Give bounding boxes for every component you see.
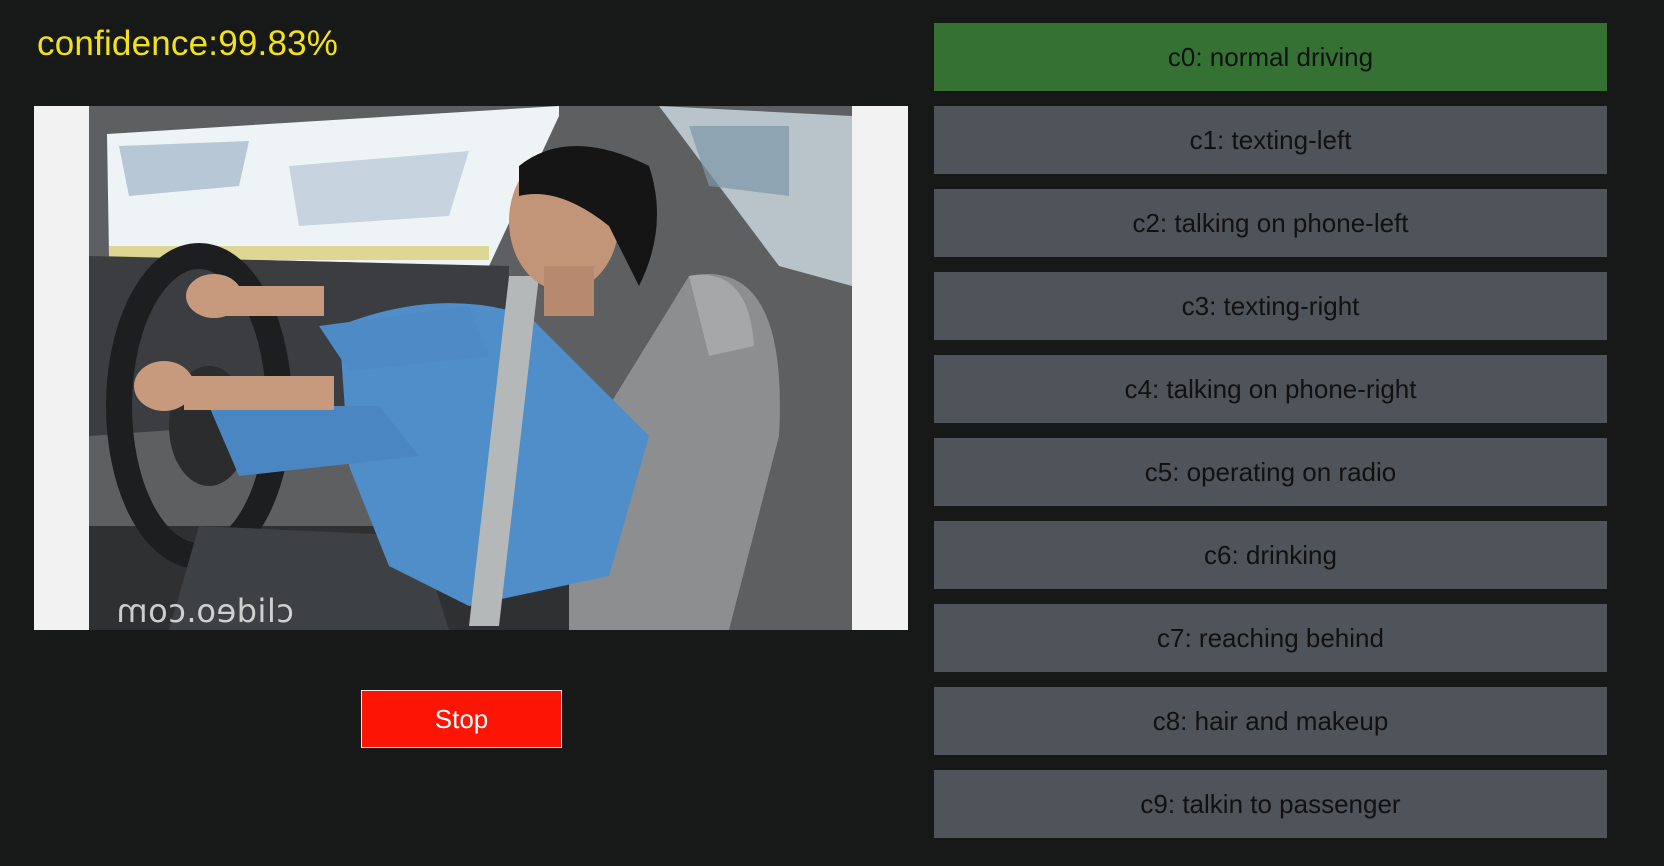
class-item-c6: c6: drinking: [934, 521, 1607, 589]
video-feed: clideo.com: [89, 106, 852, 630]
watermark-text: clideo.com: [116, 592, 294, 630]
class-item-c4: c4: talking on phone-right: [934, 355, 1607, 423]
class-item-c8: c8: hair and makeup: [934, 687, 1607, 755]
class-item-c0: c0: normal driving: [934, 23, 1607, 91]
video-frame: clideo.com: [34, 106, 908, 630]
class-item-c2: c2: talking on phone-left: [934, 189, 1607, 257]
class-item-c1: c1: texting-left: [934, 106, 1607, 174]
class-item-c3: c3: texting-right: [934, 272, 1607, 340]
confidence-label: confidence:99.83%: [37, 24, 339, 63]
app-window: confidence:99.83% clideo.com Stop c0: no…: [0, 0, 1664, 866]
driver-video-image: [89, 106, 852, 630]
stop-button[interactable]: Stop: [361, 690, 562, 748]
class-item-c7: c7: reaching behind: [934, 604, 1607, 672]
class-item-c9: c9: talkin to passenger: [934, 770, 1607, 838]
class-item-c5: c5: operating on radio: [934, 438, 1607, 506]
